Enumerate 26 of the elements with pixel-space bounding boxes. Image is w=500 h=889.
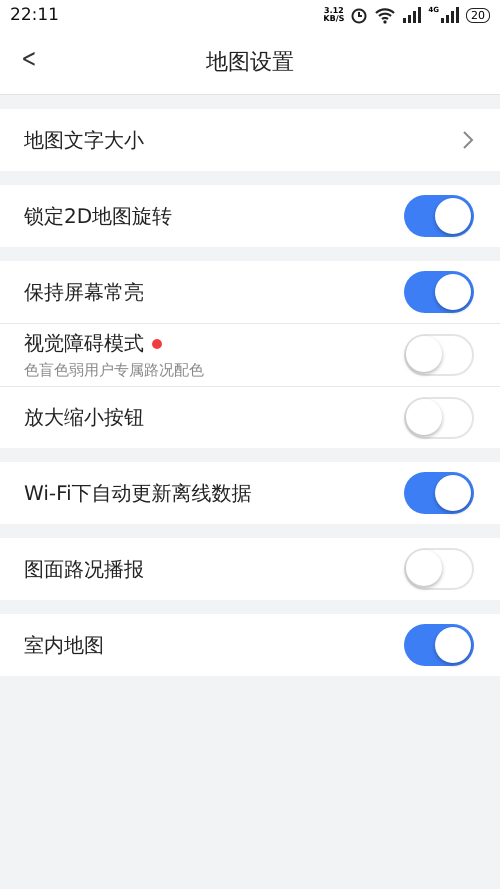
toggle-switch[interactable] [404,334,474,376]
chevron-right-icon [462,130,474,150]
toggle-switch[interactable] [404,271,474,313]
back-button[interactable]: < [17,44,41,74]
toggle-switch[interactable] [404,472,474,514]
setting-label: 锁定2D地图旋转 [24,202,172,230]
toggle-switch[interactable] [404,548,474,590]
status-time: 22:11 [10,5,59,25]
setting-description: 色盲色弱用户专属路况配色 [24,361,204,380]
toggle-switch[interactable] [404,624,474,666]
toggle-switch[interactable] [404,396,474,438]
setting-label: 图面路况播报 [24,556,144,582]
setting-label: Wi-Fi下自动更新离线数据 [24,480,252,506]
toggle-switch[interactable] [404,195,474,237]
setting-label: 视觉障碍模式 [24,330,144,357]
wifi-icon [374,6,396,24]
network-speed: 3.12 KB/S [323,7,344,23]
alarm-icon [350,6,368,24]
setting-label: 放大缩小按钮 [24,404,144,431]
setting-label: 保持屏幕常亮 [24,278,144,306]
setting-label: 地图文字大小 [24,126,144,154]
signal-icon [402,7,422,23]
battery-level: 20 [466,8,490,22]
setting-label: 室内地图 [24,632,104,658]
page-title: 地图设置 [206,49,294,77]
signal-icon [440,7,460,23]
